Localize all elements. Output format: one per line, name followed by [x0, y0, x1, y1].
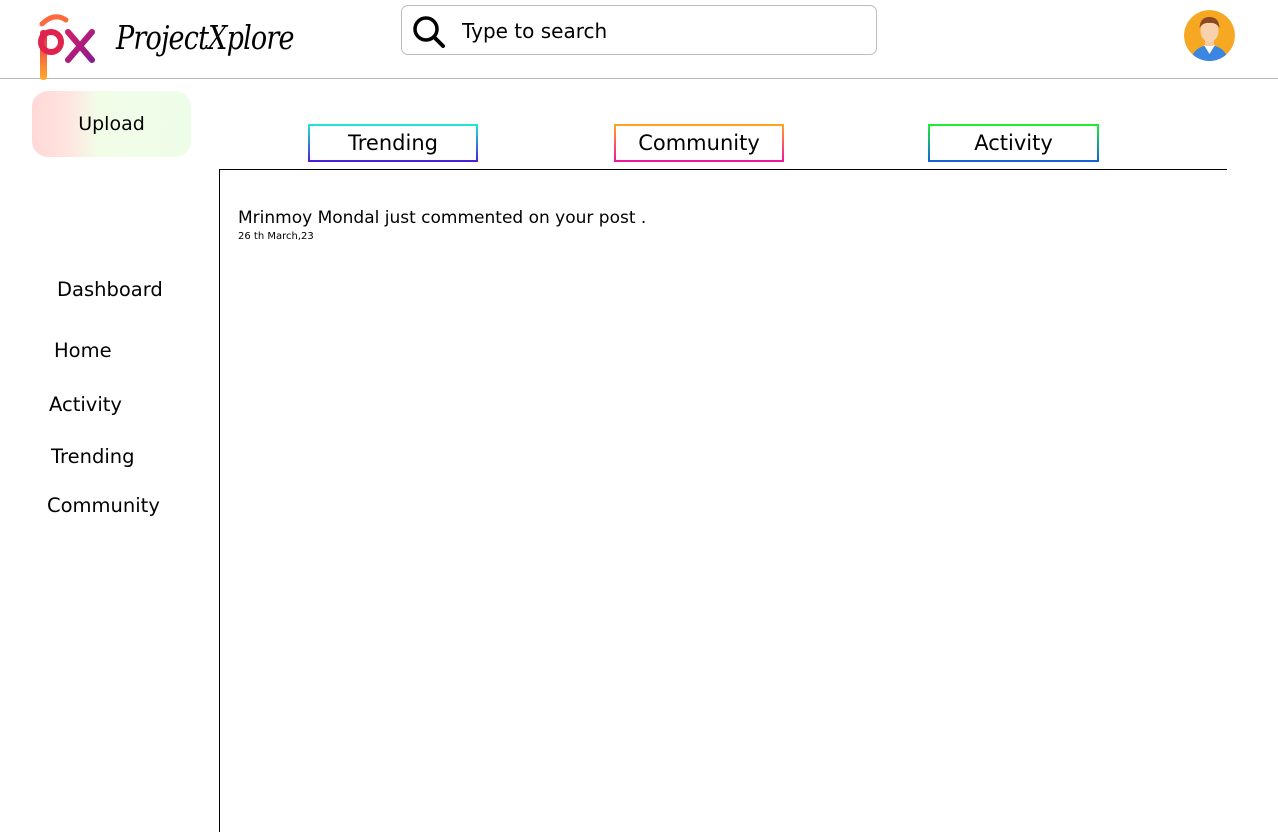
header: ProjectXplore — [0, 0, 1278, 80]
notification-date: 26 th March,23 — [238, 231, 314, 242]
sidebar-item-community[interactable]: Community — [47, 494, 160, 517]
sidebar-item-home[interactable]: Home — [54, 339, 112, 362]
sidebar-item-dashboard[interactable]: Dashboard — [57, 278, 163, 301]
user-avatar-icon[interactable] — [1184, 10, 1235, 61]
search-icon[interactable] — [412, 15, 446, 49]
tab-trending[interactable]: Trending — [308, 124, 478, 162]
page: ProjectXplore Upload Dashboard Home Acti… — [0, 0, 1278, 832]
tab-community[interactable]: Community — [614, 124, 784, 162]
activity-feed-panel: Mrinmoy Mondal just commented on your po… — [219, 169, 1227, 832]
search-bar[interactable] — [401, 5, 877, 55]
search-input[interactable] — [460, 14, 864, 48]
brand-name: ProjectXplore — [116, 18, 295, 57]
sidebar-item-activity[interactable]: Activity — [49, 393, 122, 416]
sidebar-item-trending[interactable]: Trending — [51, 445, 135, 468]
notification-item[interactable]: Mrinmoy Mondal just commented on your po… — [238, 208, 646, 242]
tab-activity[interactable]: Activity — [928, 124, 1099, 162]
upload-button[interactable]: Upload — [32, 91, 191, 157]
logo-icon[interactable] — [34, 14, 96, 84]
notification-text: Mrinmoy Mondal just commented on your po… — [238, 208, 647, 228]
